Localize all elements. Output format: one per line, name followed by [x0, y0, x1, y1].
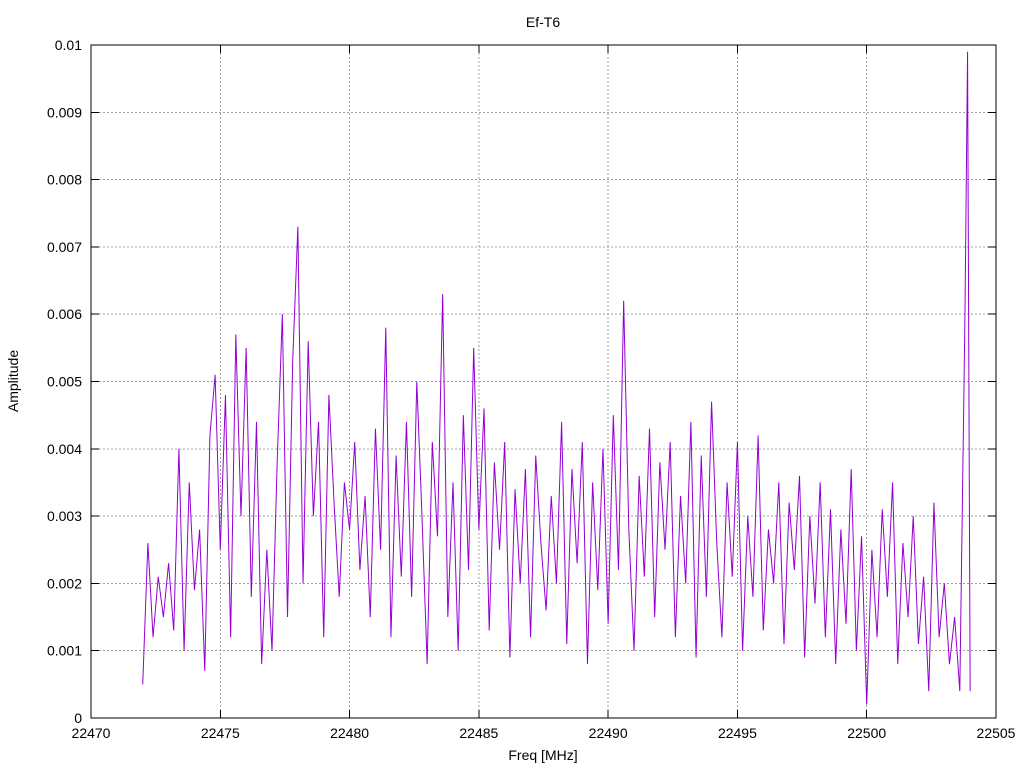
y-axis-label: Amplitude: [5, 350, 21, 412]
series-line: [142, 51, 971, 705]
y-tick-label: 0: [74, 710, 82, 726]
spectrum-chart: 22470 22475 22480 22485 22490 22495 22500 22505…: [5, 14, 1016, 763]
x-tick-label: 22485: [459, 725, 498, 741]
y-tick-label: 0.002: [47, 575, 82, 591]
y-tick-label: 0.008: [47, 172, 82, 188]
x-tick-label: 22500: [847, 725, 886, 741]
y-tick-label: 0.005: [47, 374, 82, 390]
y-tick-label: 0.01: [55, 37, 82, 53]
chart-title: Ef-T6: [526, 14, 560, 30]
x-tick-label: 22495: [718, 725, 757, 741]
x-tick-label: 22480: [330, 725, 369, 741]
y-tick-label: 0.001: [47, 643, 82, 659]
y-tick-label: 0.003: [47, 508, 82, 524]
y-tick-label: 0.007: [47, 239, 82, 255]
y-tick-label: 0.009: [47, 104, 82, 120]
series-layer: [142, 51, 971, 705]
x-tick-label: 22490: [589, 725, 628, 741]
grid: [91, 45, 996, 718]
y-tick-label: 0.006: [47, 306, 82, 322]
x-tick-label: 22505: [977, 725, 1016, 741]
x-tick-label: 22470: [72, 725, 111, 741]
x-tick-label: 22475: [201, 725, 240, 741]
x-axis-label: Freq [MHz]: [508, 747, 577, 763]
y-tick-label: 0.004: [47, 441, 82, 457]
axis-ticks: 22470 22475 22480 22485 22490 22495 22500 22505…: [47, 37, 1016, 741]
